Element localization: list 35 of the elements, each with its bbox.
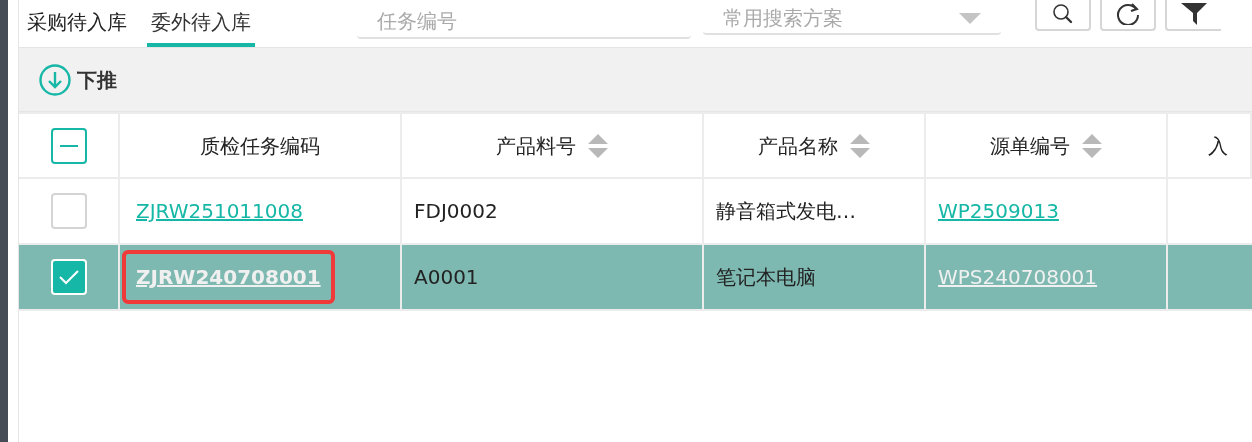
column-header: 入 bbox=[1208, 132, 1228, 160]
refresh-icon bbox=[1116, 3, 1140, 25]
table-cell-text: 静音箱式发电… bbox=[716, 198, 856, 225]
sort-icon[interactable] bbox=[850, 133, 870, 158]
column-header: 产品料号 bbox=[496, 132, 576, 160]
table-cell-text: FDJ0002 bbox=[414, 198, 498, 225]
source-no-link[interactable]: WP2509013 bbox=[938, 196, 1059, 226]
search-icon bbox=[1052, 4, 1074, 24]
checkbox[interactable] bbox=[50, 193, 87, 229]
select-placeholder: 常用搜索方案 bbox=[723, 5, 843, 32]
table-row[interactable]: ZJRW240708001 A0001 笔记本电脑 WPS240708001 bbox=[19, 245, 1252, 311]
filter-button[interactable] bbox=[1165, 0, 1221, 31]
table-row[interactable]: ZJRW251011008 FDJ0002 静音箱式发电… WP2509013 bbox=[19, 179, 1252, 245]
search-field[interactable]: 任务编号 bbox=[357, 5, 691, 39]
checkbox[interactable] bbox=[50, 127, 87, 164]
table-cell-text: 笔记本电脑 bbox=[716, 264, 816, 291]
sort-icon[interactable] bbox=[1082, 133, 1102, 158]
scheme-select[interactable]: 常用搜索方案 bbox=[703, 3, 1001, 35]
arrow-down-circle-icon bbox=[39, 63, 71, 96]
push-down-button[interactable]: 下推 bbox=[39, 63, 117, 96]
minus-icon bbox=[59, 144, 78, 147]
table-cell-text: A0001 bbox=[414, 264, 479, 291]
tab[interactable]: 采购待入库 bbox=[23, 0, 131, 47]
column-header: 产品名称 bbox=[758, 132, 838, 160]
source-no-link[interactable]: WPS240708001 bbox=[938, 262, 1098, 292]
task-code-link[interactable]: ZJRW240708001 bbox=[122, 250, 335, 304]
column-header: 质检任务编码 bbox=[200, 132, 320, 160]
column-header: 源单编号 bbox=[990, 132, 1070, 160]
search-button[interactable] bbox=[1035, 0, 1091, 31]
caret-icon bbox=[959, 12, 981, 24]
filter-icon bbox=[1181, 3, 1207, 25]
check-icon bbox=[57, 269, 80, 285]
sort-icon[interactable] bbox=[588, 133, 608, 158]
refresh-button[interactable] bbox=[1100, 0, 1156, 31]
task-code-link[interactable]: ZJRW251011008 bbox=[122, 184, 317, 238]
